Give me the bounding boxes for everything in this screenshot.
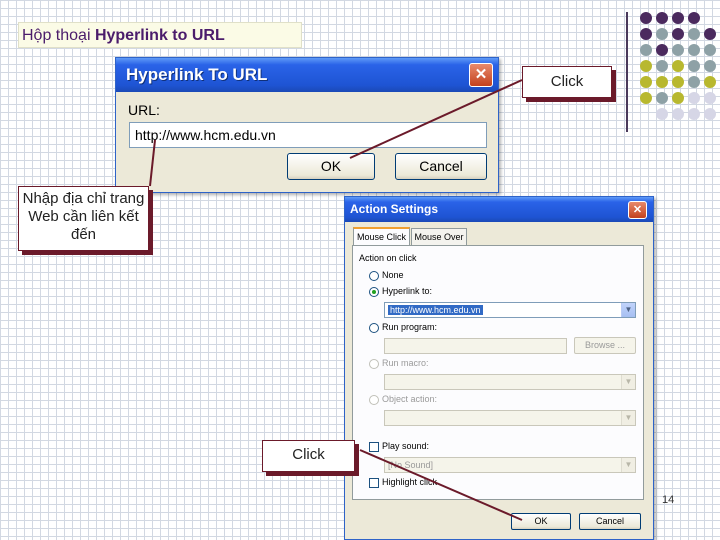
tab-mouse-click[interactable]: Mouse Click [353,227,410,245]
decorative-dot [672,60,684,72]
decorative-dot [704,76,716,88]
play-sound-checkbox[interactable] [369,442,379,452]
decorative-dot [656,92,668,104]
radio-none[interactable] [369,271,379,281]
slide-title-prefix: Hộp thoại [22,27,95,44]
chevron-down-icon[interactable]: ▼ [621,375,635,389]
decorative-dot [672,76,684,88]
decorative-dot [688,92,700,104]
decorative-dot [640,12,652,24]
decorative-dot [640,28,652,40]
page-number: 14 [662,494,675,506]
slide-title: Hộp thoại Hyperlink to URL [18,22,302,48]
callout-enter-address: Nhập địa chỉ trang Web cần liên kết đến [18,186,149,251]
url-label: URL: [128,102,160,118]
action-ok-button[interactable]: OK [511,513,571,530]
action-on-click-label: Action on click [359,253,417,263]
decorative-dot [704,28,716,40]
decorative-dot [688,12,700,24]
object-action-select[interactable]: ▼ [384,410,636,426]
decorative-dot [656,12,668,24]
callout-click-bottom: Click [262,440,355,472]
play-sound-select[interactable]: [No Sound] ▼ [384,457,636,473]
decorative-dot [672,92,684,104]
chevron-down-icon[interactable]: ▼ [621,411,635,425]
hyperlink-dialog-title: Hyperlink To URL [116,58,498,92]
decorative-dot [656,28,668,40]
action-settings-title: Action Settings [345,197,653,222]
action-cancel-button[interactable]: Cancel [579,513,641,530]
mouse-click-panel: Action on click None Hyperlink to: http:… [352,245,644,500]
decorative-dot [640,92,652,104]
sound-value: [No Sound] [388,460,434,470]
highlight-click-label: Highlight click [382,477,438,487]
run-program-label: Run program: [382,322,438,332]
play-sound-label: Play sound: [382,441,430,451]
chevron-down-icon[interactable]: ▼ [621,458,635,472]
decorative-dot [640,60,652,72]
highlight-click-checkbox[interactable] [369,478,379,488]
decorative-dot [656,76,668,88]
run-macro-select[interactable]: ▼ [384,374,636,390]
decorative-dot [672,108,684,120]
decorative-dot [672,12,684,24]
object-action-label: Object action: [382,394,438,404]
run-program-input[interactable] [384,338,567,354]
decorative-dot [688,44,700,56]
hyperlink-to-select[interactable]: http://www.hcm.edu.vn ▼ [384,302,636,318]
hyperlink-to-value: http://www.hcm.edu.vn [388,305,483,315]
radio-hyperlink-to[interactable] [369,287,379,297]
cancel-button[interactable]: Cancel [395,153,487,180]
callout-click-top: Click [522,66,612,98]
radio-run-program[interactable] [369,323,379,333]
decorative-dot [672,44,684,56]
none-label: None [382,270,404,280]
decorative-dot [688,108,700,120]
decorative-dot [704,60,716,72]
decorative-dot [656,60,668,72]
decorative-dot [704,44,716,56]
decorative-line-vertical [626,12,628,132]
decorative-dot [672,28,684,40]
close-icon[interactable]: ✕ [628,201,647,219]
decorative-dot [656,108,668,120]
hyperlink-to-label: Hyperlink to: [382,286,433,296]
decorative-dot [688,76,700,88]
close-icon[interactable]: ✕ [469,63,493,87]
run-macro-label: Run macro: [382,358,429,368]
decorative-dot [704,92,716,104]
decorative-dot [640,76,652,88]
slide-title-bold: Hyperlink to URL [94,27,225,44]
decorative-dot [688,60,700,72]
decorative-dot [656,44,668,56]
chevron-down-icon[interactable]: ▼ [621,303,635,317]
decorative-dot [704,108,716,120]
hyperlink-to-url-dialog: Hyperlink To URL ✕ URL: http://www.hcm.e… [115,57,499,193]
radio-object-action[interactable] [369,395,379,405]
ok-button[interactable]: OK [287,153,375,180]
url-input[interactable]: http://www.hcm.edu.vn [129,122,487,148]
decorative-dot [640,44,652,56]
action-settings-dialog: Action Settings ✕ Mouse Click Mouse Over… [344,196,654,540]
radio-run-macro[interactable] [369,359,379,369]
tab-mouse-over[interactable]: Mouse Over [411,228,467,245]
browse-button[interactable]: Browse ... [574,337,636,354]
decorative-dot [688,28,700,40]
